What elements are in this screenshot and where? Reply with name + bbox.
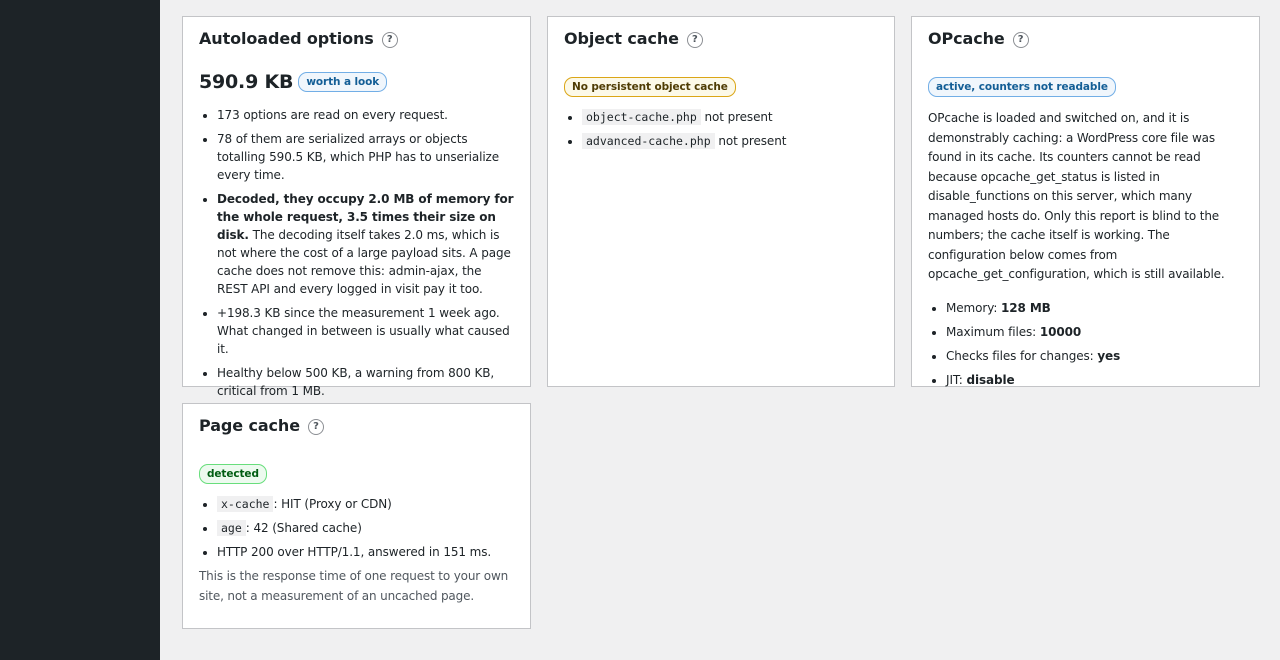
page-cache-list: x-cache: HIT (Proxy or CDN) age: 42 (Sha…	[199, 495, 514, 561]
opcache-heading: OPcache ?	[928, 29, 1243, 49]
decoded-text: The decoding itself takes 2.0 ms, which …	[217, 228, 511, 296]
card-title: Page cache	[199, 416, 300, 435]
badge-row: No persistent object cache	[564, 75, 878, 97]
list-item: Decoded, they occupy 2.0 MB of memory fo…	[217, 190, 514, 298]
list-item: HTTP 200 over HTTP/1.1, answered in 151 …	[217, 543, 514, 561]
size-row: 590.9 KB worth a look	[199, 71, 514, 93]
list-item: Maximum files: 10000	[946, 323, 1243, 341]
page-cache-card: Page cache ? detected x-cache: HIT (Prox…	[182, 403, 531, 629]
help-icon[interactable]: ?	[381, 32, 398, 48]
list-item: Memory: 128 MB	[946, 299, 1243, 317]
dropin-list: object-cache.php not present advanced-ca…	[564, 108, 878, 150]
list-item: advanced-cache.php not present	[582, 132, 878, 150]
status-badge: detected	[199, 464, 267, 484]
card-title: Autoloaded options	[199, 29, 374, 48]
header-name: age	[217, 520, 246, 536]
admin-sidebar	[0, 0, 160, 660]
list-item: JIT: disable	[946, 371, 1243, 389]
list-item: 78 of them are serialized arrays or obje…	[217, 130, 514, 184]
object-cache-card: Object cache ? No persistent object cach…	[547, 16, 895, 387]
list-item: age: 42 (Shared cache)	[217, 519, 514, 537]
list-item: +198.3 KB since the measurement 1 week a…	[217, 304, 514, 358]
header-name: x-cache	[217, 496, 274, 512]
opcache-description: OPcache is loaded and switched on, and i…	[928, 111, 1225, 281]
list-item: Checks files for changes: yes	[946, 347, 1243, 365]
autoloaded-options-heading: Autoloaded options ?	[199, 29, 514, 49]
list-item: 173 options are read on every request.	[217, 106, 514, 124]
page-cache-heading: Page cache ?	[199, 416, 514, 436]
dropin-filename: advanced-cache.php	[582, 133, 715, 149]
main-content: Autoloaded options ? 590.9 KB worth a lo…	[160, 0, 1280, 660]
status-badge: active, counters not readable	[928, 77, 1116, 97]
autoload-size: 590.9 KB	[199, 71, 294, 93]
list-item: Healthy below 500 KB, a warning from 800…	[217, 364, 514, 400]
autoload-details-list: 173 options are read on every request. 7…	[199, 106, 514, 400]
response-time-note: This is the response time of one request…	[199, 569, 509, 603]
card-title: Object cache	[564, 29, 679, 48]
status-badge: worth a look	[298, 72, 388, 92]
badge-row: detected	[199, 462, 514, 484]
help-icon[interactable]: ?	[307, 419, 324, 435]
object-cache-heading: Object cache ?	[564, 29, 878, 49]
opcache-card: OPcache ? active, counters not readable …	[911, 16, 1260, 387]
badge-row: active, counters not readable	[928, 75, 1243, 97]
opcache-config-list: Memory: 128 MB Maximum files: 10000 Chec…	[928, 299, 1243, 389]
status-badge: No persistent object cache	[564, 77, 736, 97]
help-icon[interactable]: ?	[1012, 32, 1029, 48]
list-item: object-cache.php not present	[582, 108, 878, 126]
autoloaded-options-card: Autoloaded options ? 590.9 KB worth a lo…	[182, 16, 531, 398]
list-item: x-cache: HIT (Proxy or CDN)	[217, 495, 514, 513]
help-icon[interactable]: ?	[686, 32, 703, 48]
dropin-filename: object-cache.php	[582, 109, 701, 125]
card-title: OPcache	[928, 29, 1005, 48]
